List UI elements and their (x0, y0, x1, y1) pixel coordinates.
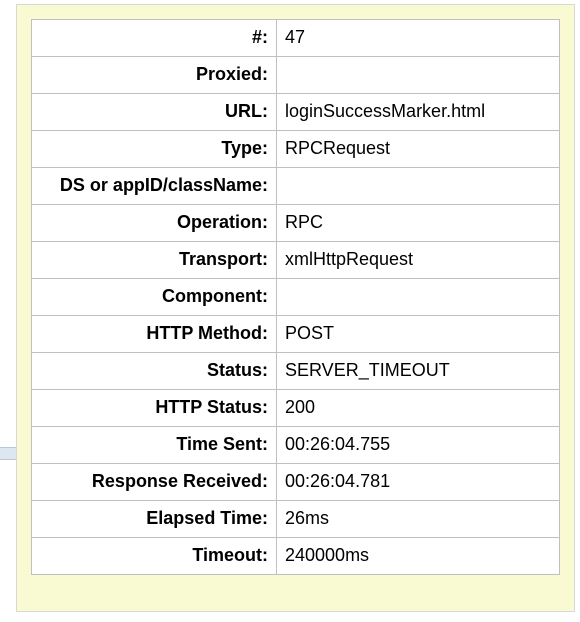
table-row: #: 47 (32, 20, 560, 57)
table-row: HTTP Method: POST (32, 316, 560, 353)
table-row: Status: SERVER_TIMEOUT (32, 353, 560, 390)
row-value-operation: RPC (277, 205, 560, 242)
row-value-elapsed-time: 26ms (277, 501, 560, 538)
row-label-elapsed-time: Elapsed Time: (32, 501, 277, 538)
row-label-timeout: Timeout: (32, 538, 277, 575)
row-value-response-received: 00:26:04.781 (277, 464, 560, 501)
table-row: HTTP Status: 200 (32, 390, 560, 427)
row-value-type: RPCRequest (277, 131, 560, 168)
row-label-type: Type: (32, 131, 277, 168)
table-row: Proxied: (32, 57, 560, 94)
row-label-ds-appid: DS or appID/className: (32, 168, 277, 205)
row-value-number: 47 (277, 20, 560, 57)
table-row: Operation: RPC (32, 205, 560, 242)
row-value-proxied (277, 57, 560, 94)
rpc-details-table: #: 47 Proxied: URL: loginSuccessMarker.h… (31, 19, 560, 575)
row-label-response-received: Response Received: (32, 464, 277, 501)
table-row: URL: loginSuccessMarker.html (32, 94, 560, 131)
row-label-http-method: HTTP Method: (32, 316, 277, 353)
row-label-operation: Operation: (32, 205, 277, 242)
table-row: Component: (32, 279, 560, 316)
row-value-http-method: POST (277, 316, 560, 353)
adjacent-panel-edge (0, 447, 16, 460)
row-label-status: Status: (32, 353, 277, 390)
row-value-http-status: 200 (277, 390, 560, 427)
row-value-component (277, 279, 560, 316)
row-value-timeout: 240000ms (277, 538, 560, 575)
row-value-time-sent: 00:26:04.755 (277, 427, 560, 464)
rpc-details-body: #: 47 Proxied: URL: loginSuccessMarker.h… (32, 20, 560, 575)
row-label-http-status: HTTP Status: (32, 390, 277, 427)
rpc-details-panel: #: 47 Proxied: URL: loginSuccessMarker.h… (16, 4, 575, 612)
row-value-transport: xmlHttpRequest (277, 242, 560, 279)
row-label-time-sent: Time Sent: (32, 427, 277, 464)
table-row: DS or appID/className: (32, 168, 560, 205)
table-row: Transport: xmlHttpRequest (32, 242, 560, 279)
row-label-proxied: Proxied: (32, 57, 277, 94)
table-row: Response Received: 00:26:04.781 (32, 464, 560, 501)
table-row: Time Sent: 00:26:04.755 (32, 427, 560, 464)
row-value-url: loginSuccessMarker.html (277, 94, 560, 131)
table-row: Timeout: 240000ms (32, 538, 560, 575)
row-label-number: #: (32, 20, 277, 57)
table-row: Elapsed Time: 26ms (32, 501, 560, 538)
row-label-transport: Transport: (32, 242, 277, 279)
row-label-url: URL: (32, 94, 277, 131)
row-label-component: Component: (32, 279, 277, 316)
table-row: Type: RPCRequest (32, 131, 560, 168)
row-value-ds-appid (277, 168, 560, 205)
row-value-status: SERVER_TIMEOUT (277, 353, 560, 390)
